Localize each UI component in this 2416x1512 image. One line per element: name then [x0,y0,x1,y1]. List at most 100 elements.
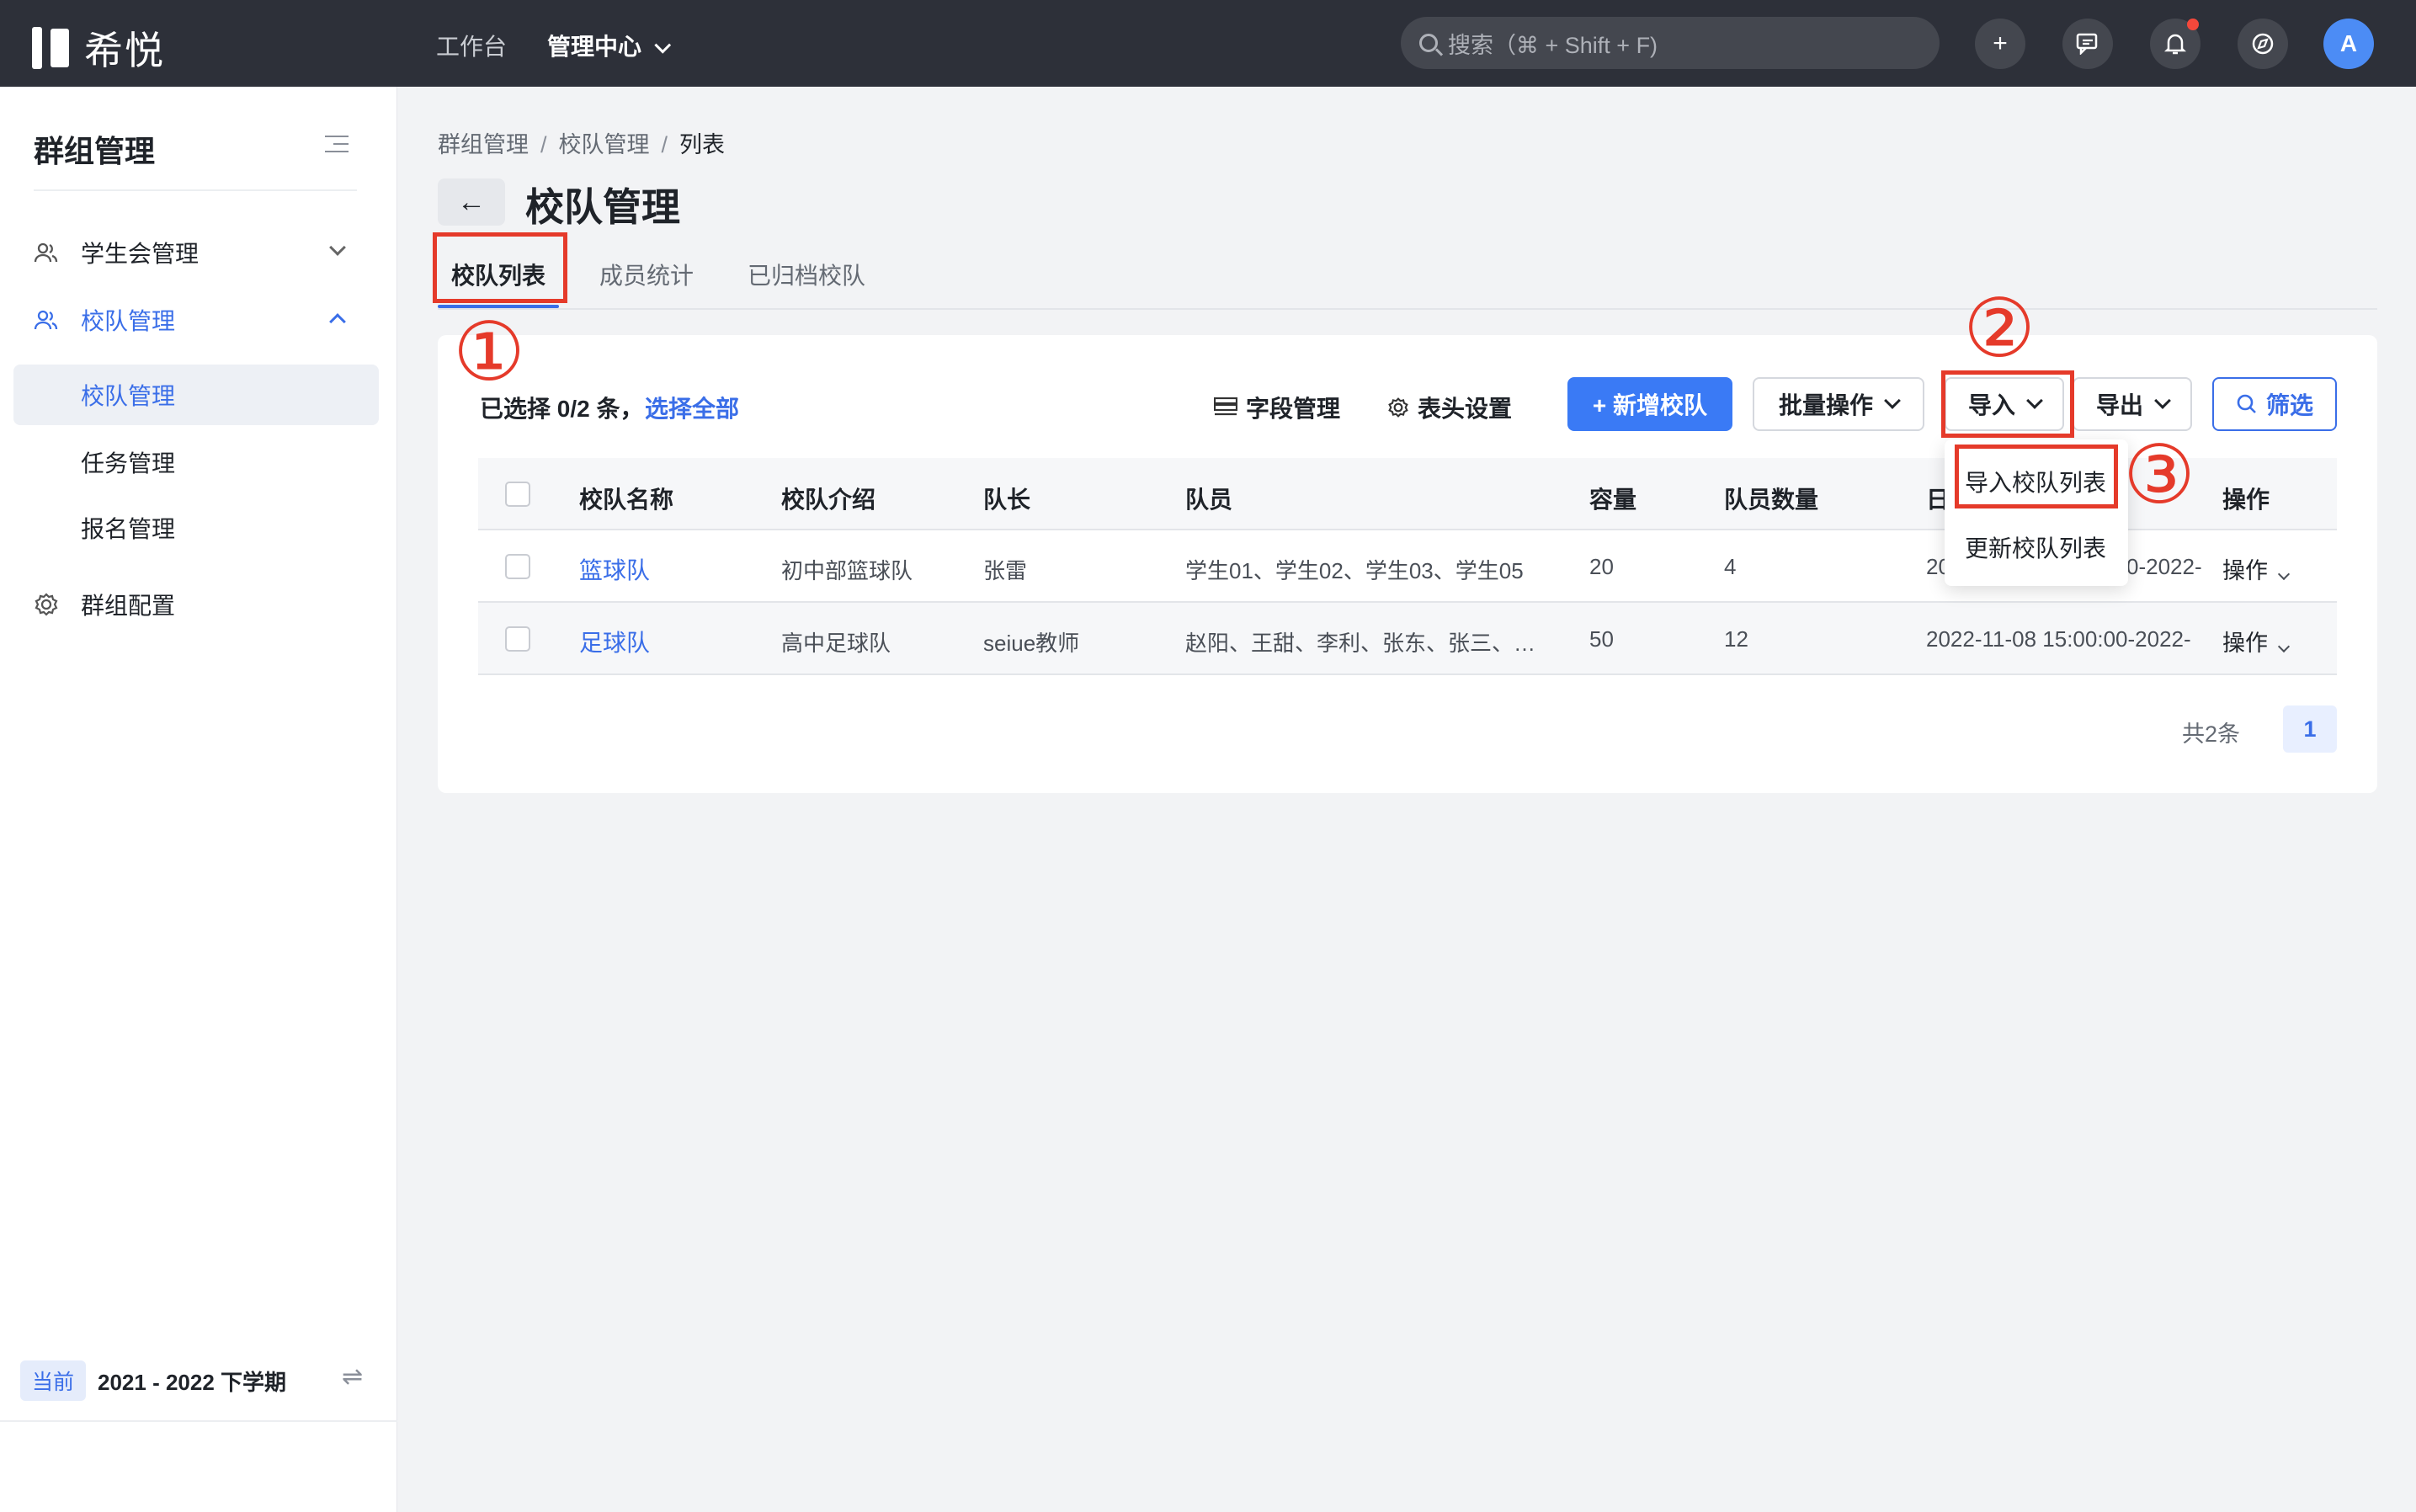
export-label: 导出 [2095,392,2143,418]
tab-archived-teams[interactable]: 已归档校队 [748,258,865,291]
chevron-down-icon [2154,392,2171,409]
annotation-number-3: ③ [2123,428,2196,522]
gear-icon [35,593,58,616]
sidebar-item-label: 校队管理 [81,308,176,334]
arrow-left-icon: ← [457,185,486,218]
breadcrumb-current: 列表 [679,132,726,157]
logo-mark-icon [51,29,69,67]
notifications-button[interactable] [2150,19,2200,69]
pagination-page-1[interactable]: 1 [2283,705,2337,753]
captain-cell: 张雷 [983,558,1028,583]
chevron-down-icon [2277,640,2291,653]
annotation-number-1: ① [453,305,526,399]
column-header-members[interactable]: 队员 [1185,482,1232,515]
sidebar-title: 群组管理 [34,134,156,168]
annotation-box-import [1941,370,2074,438]
create-button[interactable]: + [1975,19,2025,69]
sidebar-item-group-config[interactable]: 群组配置 [0,575,397,634]
tabs-divider [438,308,2377,310]
gear-icon [1388,397,1408,418]
select-all-checkbox[interactable] [505,482,530,507]
back-button[interactable]: ← [438,178,505,226]
annotation-number-2: ② [1963,281,2036,375]
select-all-link[interactable]: 选择全部 [645,391,739,424]
column-header-captain[interactable]: 队长 [983,482,1030,515]
sidebar-subitem-registration-management[interactable]: 报名管理 [13,498,379,558]
tab-member-stats[interactable]: 成员统计 [599,258,694,291]
sidebar-subitem-task-management[interactable]: 任务管理 [13,432,379,492]
chat-icon [2076,33,2098,55]
field-management-button[interactable]: 字段管理 [1214,391,1340,424]
column-header-member-count[interactable]: 队员数量 [1724,482,1818,515]
page-title: 校队管理 [525,185,680,229]
column-header-team-name[interactable]: 校队名称 [579,482,673,515]
capacity-cell: 20 [1589,554,1614,579]
notification-dot [2187,19,2199,30]
row-checkbox[interactable] [505,554,530,579]
row-actions-dropdown[interactable]: 操作 [2222,552,2291,585]
current-semester: 2021 - 2022 下学期 [98,1370,287,1395]
row-checkbox[interactable] [505,626,530,652]
sidebar-item-label: 学生会管理 [81,241,200,267]
switch-semester-icon[interactable]: ⇌ [342,1362,363,1392]
plus-icon: + [1993,29,2008,57]
brand-logo[interactable]: 希悦 [32,20,165,76]
collapse-sidebar-icon[interactable] [325,136,349,154]
field-management-label: 字段管理 [1246,396,1341,422]
column-header-capacity[interactable]: 容量 [1589,482,1636,515]
batch-operations-dropdown[interactable]: 批量操作 [1753,377,1924,431]
breadcrumb-item[interactable]: 群组管理 [438,132,529,157]
filter-label: 筛选 [2265,392,2313,418]
users-icon [34,242,58,263]
nav-admin-center[interactable]: 管理中心 [547,29,672,62]
current-semester-badge: 当前 [20,1360,87,1401]
apps-button[interactable] [2238,19,2288,69]
sidebar-item-team-management[interactable]: 校队管理 [0,290,397,349]
team-name-link[interactable]: 足球队 [579,625,650,658]
chevron-down-icon [1884,392,1901,409]
nav-workbench[interactable]: 工作台 [436,29,507,62]
row-actions-label: 操作 [2222,631,2268,656]
messages-button[interactable] [2062,19,2113,69]
breadcrumb-item[interactable]: 校队管理 [559,132,650,157]
sidebar-item-student-union[interactable]: 学生会管理 [0,223,397,282]
export-dropdown[interactable]: 导出 [2073,377,2192,431]
header-settings-label: 表头设置 [1418,396,1513,422]
table-divider [478,673,2337,675]
update-team-list-option[interactable]: 更新校队列表 [1965,530,2106,564]
add-team-button[interactable]: + 新增校队 [1567,377,1732,431]
breadcrumb: 群组管理 / 校队管理 / 列表 [438,132,726,157]
chevron-down-icon [2277,567,2291,581]
annotation-box-import-option [1955,445,2118,508]
users-icon [34,310,58,330]
top-navigation-bar: 希悦 工作台 管理中心 搜索（⌘ + Shift + F) + A [0,0,2416,87]
row-actions-dropdown[interactable]: 操作 [2222,625,2291,658]
filter-button[interactable]: 筛选 [2212,377,2337,431]
capacity-cell: 50 [1589,626,1614,652]
column-header-actions: 操作 [2222,487,2270,513]
sidebar-item-label: 群组配置 [81,593,176,619]
annotation-box-tab [433,232,567,303]
global-search-input[interactable]: 搜索（⌘ + Shift + F) [1401,17,1940,69]
fields-icon [1214,397,1237,416]
user-avatar[interactable]: A [2323,19,2374,69]
sidebar-subitem-team-management[interactable]: 校队管理 [13,365,379,425]
sidebar-divider [34,189,357,191]
captain-cell: seiue教师 [983,631,1080,656]
member-count-cell: 12 [1724,626,1748,652]
team-intro-cell: 高中足球队 [781,631,891,656]
chevron-down-icon [654,36,672,54]
members-cell: 学生01、学生02、学生03、学生05 [1185,558,1524,583]
sidebar: 群组管理 学生会管理 校队管理 校队管理 任务管理 报名管理 群组配置 [0,87,397,1512]
members-cell: 赵阳、王甜、李利、张东、张三、… [1185,631,1536,656]
member-count-cell: 4 [1724,554,1737,579]
chevron-down-icon [329,239,346,256]
search-placeholder: 搜索（⌘ + Shift + F) [1448,32,1658,58]
column-header-team-intro[interactable]: 校队介绍 [781,482,875,515]
header-settings-button[interactable]: 表头设置 [1387,391,1512,424]
brand-name: 希悦 [84,29,165,72]
team-name-link[interactable]: 篮球队 [579,552,650,586]
team-intro-cell: 初中部篮球队 [781,558,913,583]
row-actions-label: 操作 [2222,558,2268,583]
date-cell-tail: 0-2022- [2126,554,2202,579]
